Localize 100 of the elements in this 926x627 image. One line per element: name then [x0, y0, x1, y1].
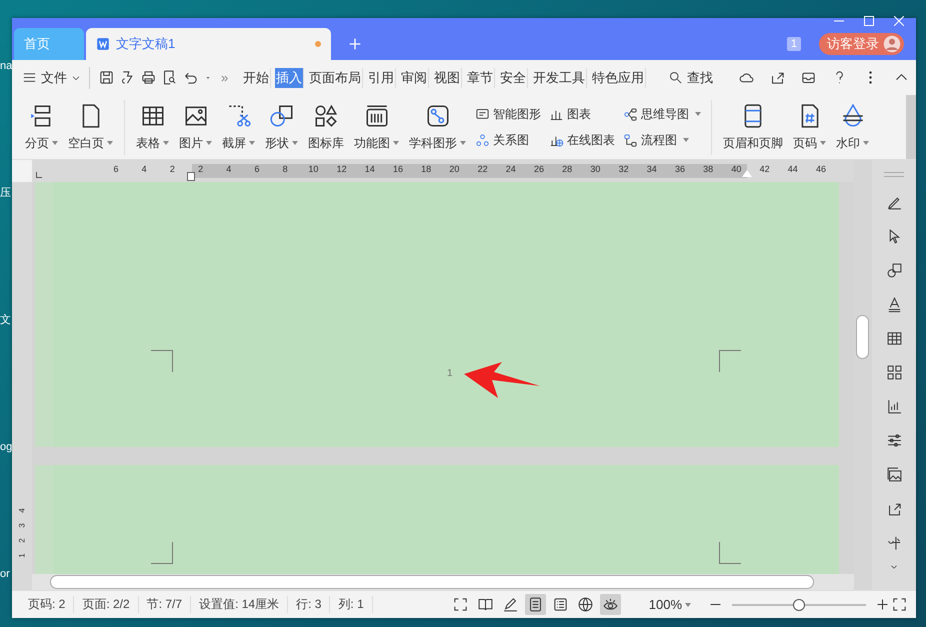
ruler-number: 6: [114, 164, 118, 174]
ribbon-tab[interactable]: 开始: [242, 68, 272, 88]
horizontal-scrollbar[interactable]: [32, 574, 854, 590]
ruler-number: 1: [18, 553, 26, 558]
ribbon-tab[interactable]: 审阅: [400, 68, 430, 88]
function-chart-icon: [364, 102, 390, 128]
ribbon-button[interactable]: 形状: [260, 102, 303, 152]
ribbon-button[interactable]: 思维导图: [623, 106, 701, 122]
status-text: 节: 7/7: [138, 596, 192, 613]
ruler-number: 10: [308, 164, 318, 174]
ruler-number: 22: [478, 164, 488, 174]
ribbon-tab[interactable]: 页面布局: [308, 68, 364, 88]
ribbon-tab[interactable]: 插入: [275, 68, 304, 88]
status-text: 页面: 2/2: [74, 596, 139, 613]
close-icon[interactable]: [894, 16, 904, 26]
zoom-dropdown[interactable]: 100%: [642, 596, 697, 613]
ribbon-tab[interactable]: 章节: [466, 68, 496, 88]
view-button[interactable]: [524, 594, 546, 615]
search-button[interactable]: 查找: [668, 68, 714, 86]
relationship-icon: [475, 132, 490, 148]
pen-icon: [502, 596, 519, 613]
ribbon-tab[interactable]: 视图: [433, 68, 462, 88]
print-icon[interactable]: [140, 69, 157, 86]
tab-stop-icon[interactable]: [36, 172, 42, 178]
ribbon-button[interactable]: 流程图: [623, 132, 701, 148]
ruler-number: 4: [18, 508, 26, 513]
shapes-icon[interactable]: [886, 262, 902, 279]
print-preview-icon[interactable]: [161, 69, 178, 86]
grid-icon[interactable]: [886, 364, 902, 381]
ribbon-tab[interactable]: 特色应用: [591, 68, 646, 88]
caret-icon: [685, 602, 691, 606]
ribbon-button[interactable]: 学科图形: [404, 102, 471, 152]
desktop-icon-label: og: [0, 441, 12, 453]
document-icon: [96, 37, 110, 51]
ruler-number: 2: [18, 538, 26, 543]
ribbon-button[interactable]: 分页: [20, 102, 63, 152]
ribbon-tab[interactable]: 开发工具: [532, 68, 588, 88]
document-tab[interactable]: 文字文稿1: [86, 28, 331, 60]
add-tab-icon[interactable]: [347, 36, 363, 52]
ruler-number: 16: [393, 164, 403, 174]
caret-icon: [206, 141, 212, 145]
mind-map-icon: [623, 106, 638, 122]
flowchart-icon: [623, 132, 638, 148]
bar-chart-icon[interactable]: [886, 398, 902, 415]
scrollbar-thumb[interactable]: [50, 575, 814, 589]
caret-icon: [863, 141, 869, 145]
scrollbar-thumb[interactable]: [856, 315, 869, 359]
unsaved-dot: [315, 41, 321, 47]
ribbon-button[interactable]: 页眉和页脚: [718, 102, 788, 152]
ribbon-button[interactable]: 关系图: [475, 132, 541, 148]
tab-label: 首页: [24, 35, 51, 53]
ruler-number: 20: [449, 164, 460, 174]
ribbon-button[interactable]: 在线图表: [549, 132, 615, 148]
book-icon: [476, 596, 494, 613]
globe-icon: [576, 596, 594, 613]
table-icon[interactable]: [886, 330, 902, 347]
desktop-icon-label: 文: [0, 314, 12, 326]
status-text: 设置值: 14厘米: [191, 596, 288, 613]
vertical-scrollbar[interactable]: [854, 160, 872, 590]
ruler-number: 30: [590, 164, 600, 174]
indent-marker[interactable]: [187, 172, 195, 181]
ribbon-button[interactable]: 图标库: [303, 102, 349, 152]
caret-icon: [163, 141, 169, 145]
ribbon-button[interactable]: 截屏: [217, 102, 260, 152]
view-button[interactable]: [600, 594, 621, 615]
ribbon-button[interactable]: 空白页: [63, 102, 118, 152]
ribbon-button[interactable]: 表格: [131, 102, 174, 152]
ribbon-button[interactable]: 页码: [788, 102, 831, 152]
tab-label: 文字文稿1: [116, 35, 176, 53]
sliders-icon[interactable]: [886, 432, 902, 449]
corner-mark: [719, 350, 741, 372]
caret-icon: [820, 141, 826, 145]
ruler-number: 4: [142, 164, 147, 174]
slider-thumb[interactable]: [793, 598, 805, 610]
ribbon-button[interactable]: 智能图形: [475, 106, 541, 122]
caret-icon: [52, 141, 58, 145]
ruler-number: 18: [421, 164, 432, 174]
save-icon[interactable]: [98, 69, 115, 86]
ribbon-tab[interactable]: 安全: [499, 68, 528, 88]
avatar-icon: [883, 35, 901, 53]
file-menu-button[interactable]: 文件: [22, 68, 81, 86]
ribbon-button[interactable]: 图片: [174, 102, 217, 152]
caret-icon: [249, 141, 255, 145]
ribbon-button[interactable]: 功能图: [349, 102, 404, 152]
maximize-icon[interactable]: [864, 16, 874, 26]
ribbon-button[interactable]: 图表: [549, 106, 615, 122]
corner-mark: [719, 542, 741, 564]
ribbon-button[interactable]: 水印: [831, 102, 874, 152]
subject-graphic-icon: [424, 102, 450, 128]
ruler-number: 28: [562, 164, 572, 174]
ruler-number: 44: [788, 164, 798, 174]
caret-icon: [695, 112, 701, 116]
fit-window-icon[interactable]: [891, 596, 908, 613]
desktop-icon-label: or: [0, 568, 11, 580]
ribbon-tab[interactable]: 引用: [367, 68, 396, 88]
ruler-number: 26: [534, 164, 544, 174]
ruler-number: 24: [506, 164, 516, 174]
panel-grip[interactable]: [884, 172, 904, 177]
ruler-number: 2: [198, 164, 204, 174]
image-icon[interactable]: [886, 466, 902, 483]
